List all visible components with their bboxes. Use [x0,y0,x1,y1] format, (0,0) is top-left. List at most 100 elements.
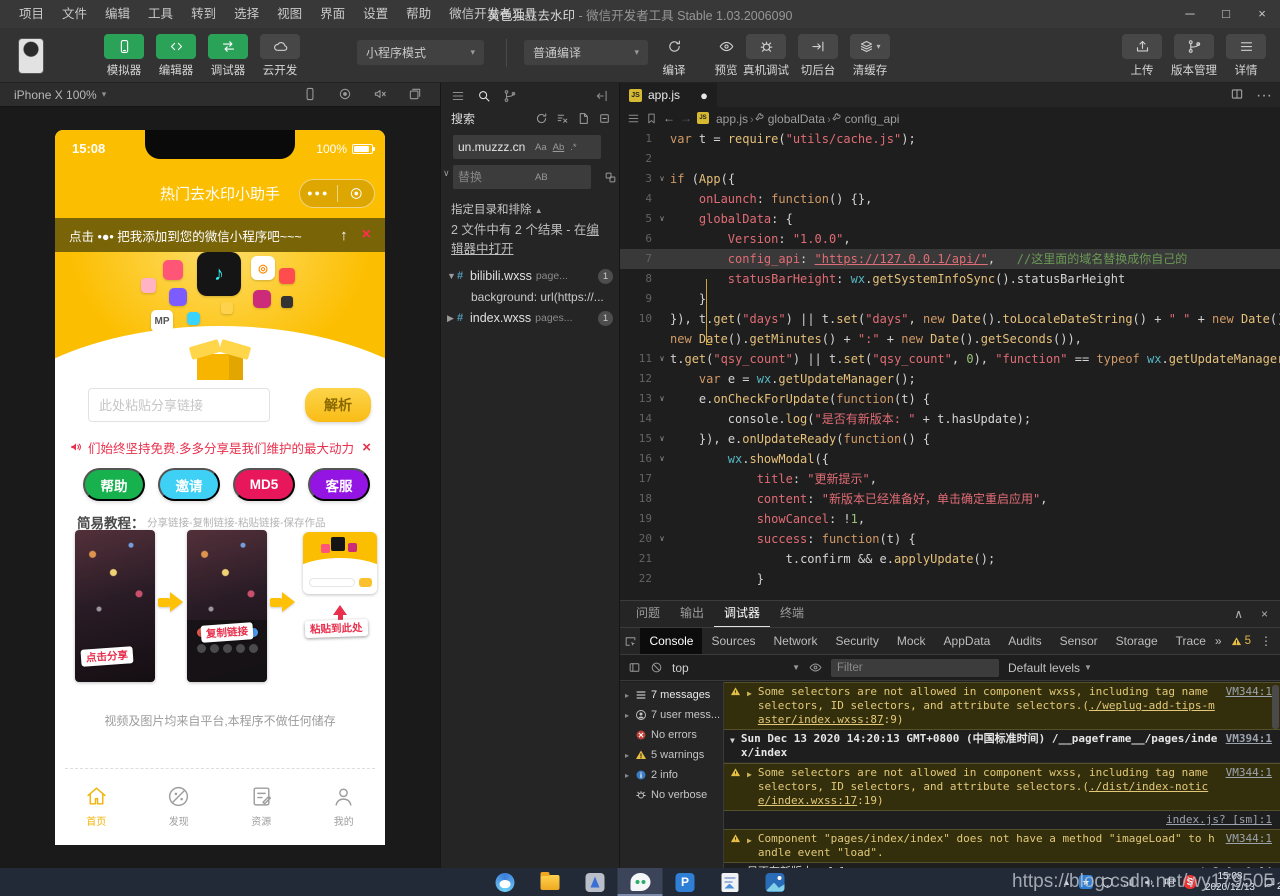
code-line-1[interactable]: 1var t = require("utils/cache.js"); [620,129,1280,149]
hidden-icons-icon[interactable]: ▲ [1062,877,1071,887]
remote-app-icon[interactable] [573,868,618,896]
popout-icon[interactable] [408,87,422,101]
device-selector[interactable]: iPhone X 100% [14,88,97,102]
notes-app-icon[interactable] [708,868,753,896]
bookmark-icon[interactable] [645,112,658,125]
devtools-tab-Security[interactable]: Security [827,628,888,654]
code-line-7[interactable]: 7 config_api: "https://127.0.0.1/api/", … [620,249,1280,269]
replace-input[interactable] [458,170,532,184]
code-line-19[interactable]: 19 showCancel: !1, [620,509,1280,529]
pycharm-app-icon[interactable]: P [663,868,708,896]
toolbar-button-云开发[interactable]: 云开发 [254,34,306,78]
maximize-button[interactable]: □ [1208,0,1244,28]
toolbar-button-上传[interactable]: 上传 [1116,34,1168,78]
close-panel-icon[interactable]: × [1261,601,1268,627]
explorer-app-icon[interactable] [528,868,573,896]
share-link-input[interactable] [88,388,270,422]
nav-back-icon[interactable]: ← [663,111,675,125]
volume-icon[interactable] [1143,876,1156,889]
collapse-panel-icon[interactable]: ∧ [1234,601,1243,627]
phone-tab-资源[interactable]: 资源 [220,774,303,845]
code-line-3[interactable]: 3∨if (App({ [620,169,1280,189]
mode-select[interactable]: 小程序模式▾ [357,40,484,65]
mute-icon[interactable] [373,87,387,101]
breadcrumb-item-1[interactable]: globalData [768,112,825,126]
source-file-link[interactable]: ./dist/index-notice/index.wxss:17 [758,780,1208,807]
log-levels-select[interactable]: Default levels▼ [1008,661,1092,675]
menu-icon[interactable] [451,89,465,103]
more-actions-icon[interactable]: ··· [1256,87,1272,105]
nav-forward-icon[interactable]: → [680,111,692,125]
code-line-11[interactable]: 11∨t.get("qsy_count") || t.set("qsy_coun… [620,349,1280,369]
console-filter-2[interactable]: No errors [620,725,723,745]
eye-icon[interactable] [809,661,822,674]
devtools-tab-AppData[interactable]: AppData [935,628,1000,654]
code-line-17[interactable]: 17 title: "更新提示", [620,469,1280,489]
code-line-22[interactable]: 22 } [620,569,1280,589]
more-icon[interactable]: ●●● [300,179,337,208]
minimize-button[interactable]: ─ [1172,0,1208,28]
code-line-14[interactable]: 14 console.log("是否有新版本: " + t.hasUpdate)… [620,409,1280,429]
menu-item-5[interactable]: 选择 [225,0,268,28]
panel-tab-输出[interactable]: 输出 [670,601,714,627]
tray-app-icon[interactable]: ★ [1079,875,1093,889]
browser-app-icon[interactable] [483,868,528,896]
code-line-16[interactable]: 16∨ wx.showModal({ [620,449,1280,469]
panel-tab-问题[interactable]: 问题 [626,601,670,627]
code-line-wrap[interactable]: new Date().getMinutes() + ":" + new Date… [620,329,1280,349]
code-line-5[interactable]: 5∨ globalData: { [620,209,1280,229]
code-line-21[interactable]: 21 t.confirm && e.applyUpdate(); [620,549,1280,569]
toolbar-button-清缓存[interactable]: ▾清缓存 [844,34,896,78]
record-icon[interactable] [338,87,352,101]
source-file-link[interactable]: ./weplug-add-tips-master/index.wxss:87 [758,699,1215,726]
dir-filter-toggle[interactable]: 指定目录和排除 ▲ [451,201,543,217]
search-input[interactable] [458,140,532,154]
code-line-4[interactable]: 4 onLaunch: function() {}, [620,189,1280,209]
devtools-tab-Audits[interactable]: Audits [999,628,1050,654]
parse-button[interactable]: 解析 [305,388,371,422]
outline-icon[interactable] [627,112,640,125]
toolbar-button-版本管理[interactable]: 版本管理 [1168,34,1220,78]
pill-button-帮助[interactable]: 帮助 [83,468,145,501]
code-line-12[interactable]: 12 var e = wx.getUpdateManager(); [620,369,1280,389]
scrollbar[interactable] [1272,685,1279,729]
clock[interactable]: 15:082020/12/13 [1205,871,1255,893]
devtools-tab-Sensor[interactable]: Sensor [1051,628,1107,654]
regex-icon[interactable]: .* [567,142,579,153]
code-line-15[interactable]: 15∨ }), e.onUpdateReady(function() { [620,429,1280,449]
pill-button-MD5[interactable]: MD5 [233,468,295,501]
menu-item-6[interactable]: 视图 [268,0,311,28]
user-avatar[interactable] [18,38,44,74]
exit-target-icon[interactable] [338,187,375,200]
preserve-case-icon[interactable]: AB [532,172,551,183]
menu-item-1[interactable]: 文件 [53,0,96,28]
console-filter-0[interactable]: ▸7 messages [620,685,723,705]
close-button[interactable]: × [1244,0,1280,28]
menu-item-9[interactable]: 帮助 [397,0,440,28]
code-line-6[interactable]: 6 Version: "1.0.0", [620,229,1280,249]
toolbar-button-调试器[interactable]: 调试器 [202,34,254,78]
phone-frame-icon[interactable] [303,87,317,101]
warning-count[interactable]: 5 [1245,635,1251,647]
clear-console-icon[interactable] [650,661,663,674]
code-line-13[interactable]: 13∨ e.onCheckForUpdate(function(t) { [620,389,1280,409]
phone-tab-首页[interactable]: 首页 [55,774,138,845]
search-match-line[interactable]: background: url(https://... [441,287,619,307]
code-line-2[interactable]: 2 [620,149,1280,169]
phone-tab-我的[interactable]: 我的 [303,774,386,845]
network-icon[interactable] [1122,876,1135,889]
console-filter-4[interactable]: ▸2 info [620,765,723,785]
panel-tab-终端[interactable]: 终端 [770,601,814,627]
devtools-tab-Mock[interactable]: Mock [888,628,935,654]
compile-select[interactable]: 普通编译▾ [524,40,648,65]
collapse-panel-icon[interactable] [595,89,609,103]
toolbar-button-详情[interactable]: 详情 [1220,34,1272,78]
pill-button-客服[interactable]: 客服 [308,468,370,501]
toggle-replace-icon[interactable]: ∨ [443,168,450,179]
refresh-icon[interactable] [535,112,548,125]
devtools-tab-Storage[interactable]: Storage [1107,628,1167,654]
code-line-10[interactable]: 10}), t.get("days") || t.set("days", new… [620,309,1280,329]
code-line-18[interactable]: 18 content: "新版本已经准备好，单击确定重启应用", [620,489,1280,509]
source-control-icon[interactable] [503,89,517,103]
devtools-tab-Sources[interactable]: Sources [702,628,764,654]
